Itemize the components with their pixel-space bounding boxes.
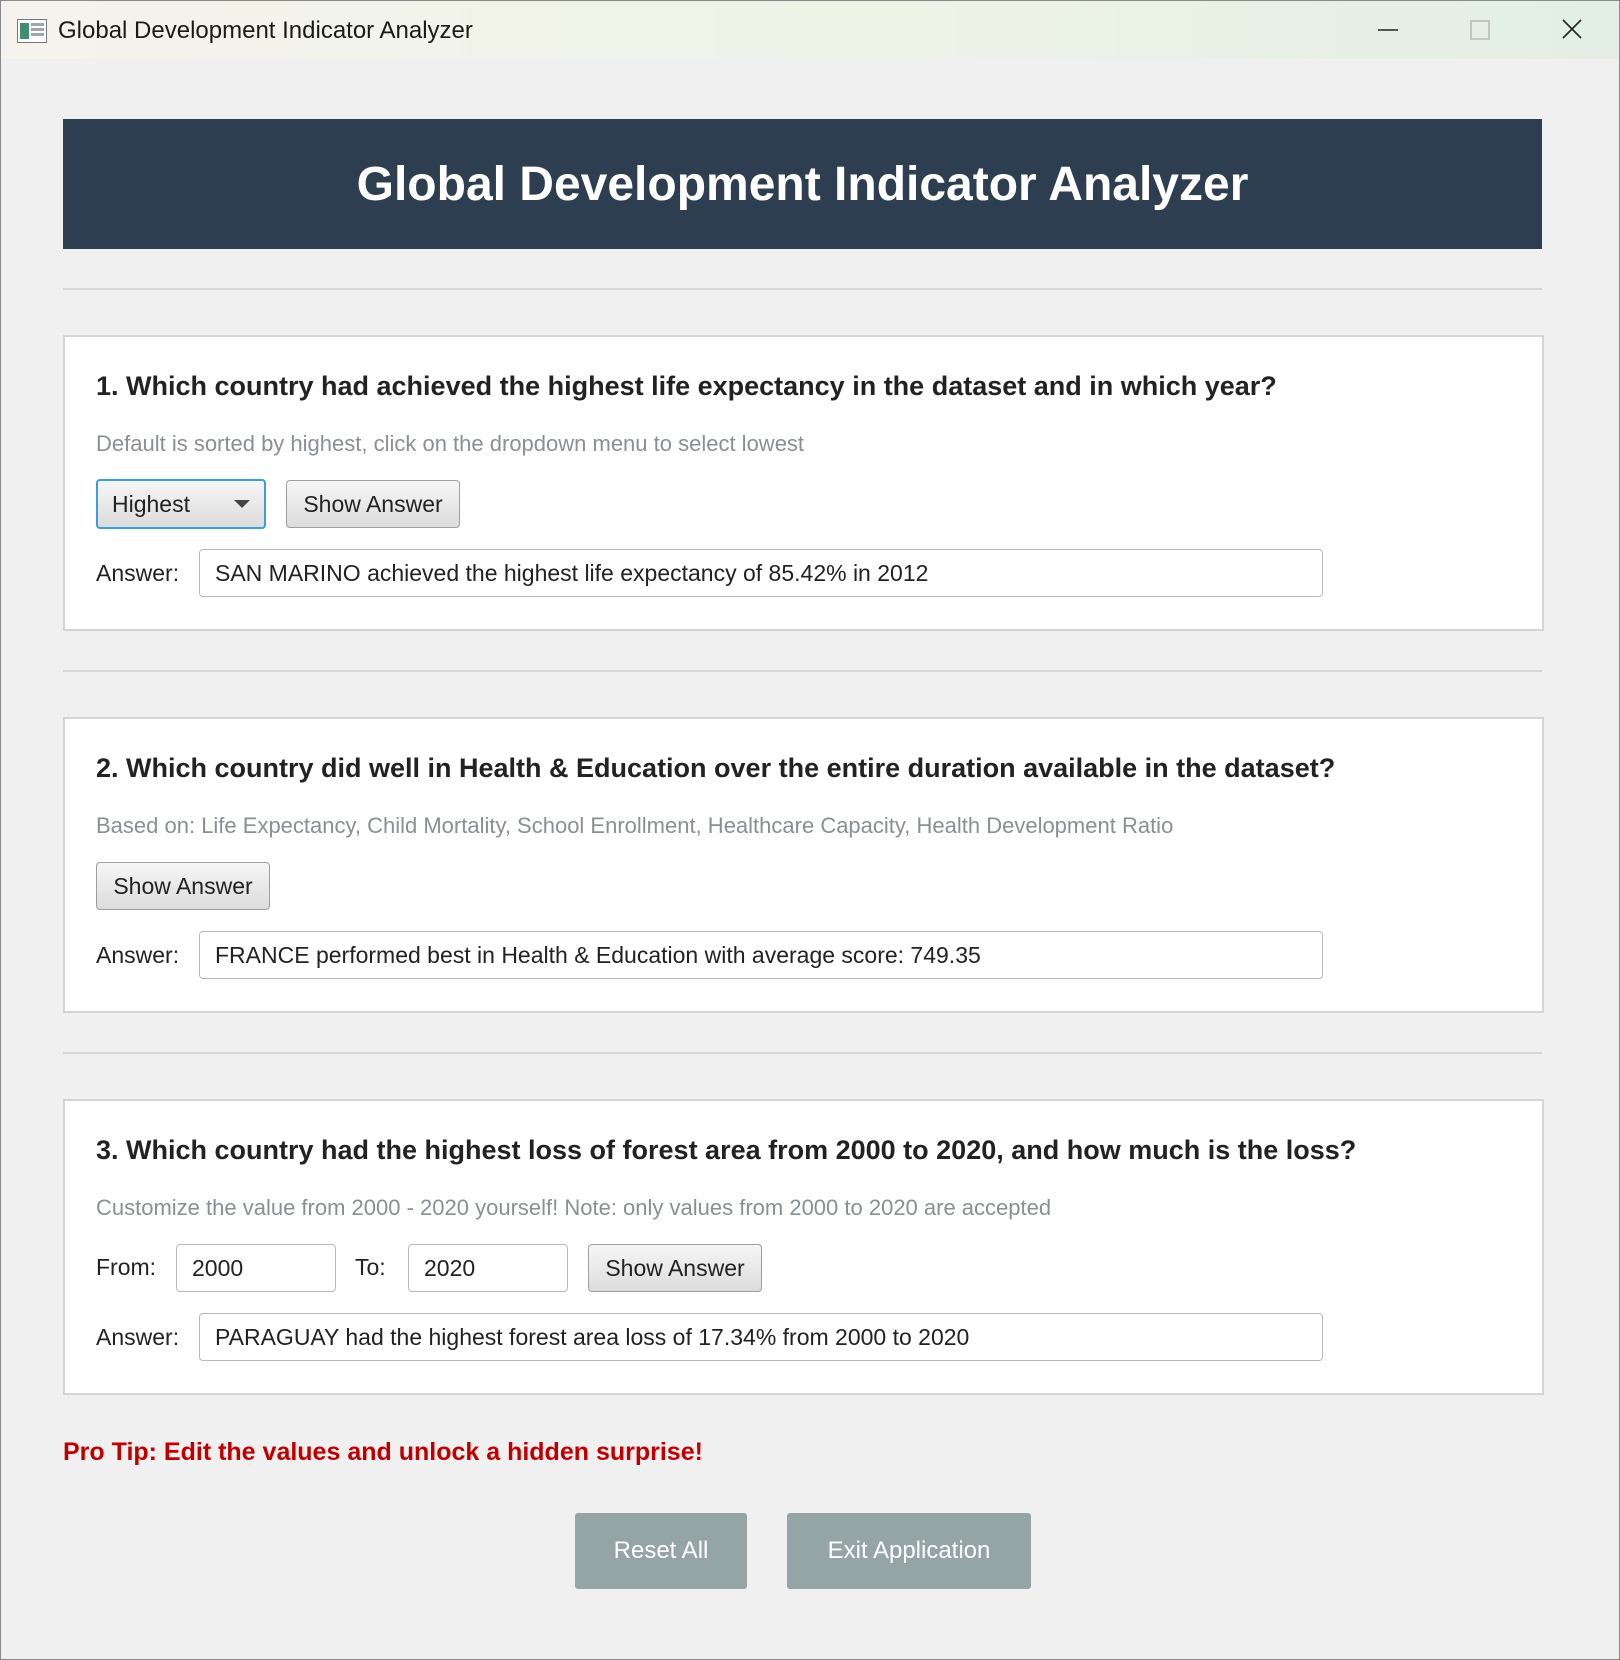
q3-answer-label: Answer: bbox=[96, 1324, 180, 1350]
title-bar[interactable]: Global Development Indicator Analyzer bbox=[1, 1, 1619, 59]
sort-order-value: Highest bbox=[112, 491, 190, 517]
q1-answer-field[interactable]: SAN MARINO achieved the highest life exp… bbox=[199, 549, 1323, 597]
question-1-title: 1. Which country had achieved the highes… bbox=[96, 371, 1277, 401]
divider bbox=[63, 288, 1542, 290]
reset-all-button[interactable]: Reset All bbox=[575, 1513, 747, 1589]
q3-answer-field[interactable]: PARAGUAY had the highest forest area los… bbox=[199, 1313, 1323, 1361]
maximize-button[interactable] bbox=[1435, 1, 1525, 59]
q2-answer-label: Answer: bbox=[96, 942, 180, 968]
question-3-description: Customize the value from 2000 - 2020 you… bbox=[96, 1195, 1052, 1220]
divider bbox=[63, 670, 1542, 672]
q2-answer-field[interactable]: FRANCE performed best in Health & Educat… bbox=[199, 931, 1323, 979]
from-year-label: From: bbox=[96, 1254, 157, 1280]
question-2-title: 2. Which country did well in Health & Ed… bbox=[96, 753, 1336, 783]
window-title: Global Development Indicator Analyzer bbox=[58, 17, 473, 44]
app-window-icon bbox=[17, 19, 47, 43]
exit-application-button[interactable]: Exit Application bbox=[787, 1513, 1031, 1589]
q1-answer-label: Answer: bbox=[96, 560, 180, 586]
q3-show-answer-button[interactable]: Show Answer bbox=[588, 1244, 762, 1292]
pro-tip-text: Pro Tip: Edit the values and unlock a hi… bbox=[63, 1438, 703, 1466]
question-1-description: Default is sorted by highest, click on t… bbox=[96, 431, 805, 456]
divider bbox=[63, 1052, 1542, 1054]
q1-show-answer-button[interactable]: Show Answer bbox=[286, 480, 460, 528]
app-window: Global Development Indicator Analyzer Gl… bbox=[0, 0, 1620, 1660]
maximize-icon bbox=[1470, 20, 1490, 40]
question-3-title: 3. Which country had the highest loss of… bbox=[96, 1135, 1357, 1165]
header-banner: Global Development Indicator Analyzer bbox=[63, 119, 1542, 249]
chevron-down-icon bbox=[234, 500, 250, 508]
close-button[interactable] bbox=[1527, 1, 1617, 59]
close-icon bbox=[1562, 19, 1582, 39]
minimize-button[interactable] bbox=[1343, 1, 1433, 59]
page-title: Global Development Indicator Analyzer bbox=[356, 157, 1249, 211]
question-1-card: 1. Which country had achieved the highes… bbox=[63, 335, 1544, 631]
question-3-card: 3. Which country had the highest loss of… bbox=[63, 1099, 1544, 1395]
minimize-icon bbox=[1378, 29, 1398, 31]
q2-show-answer-button[interactable]: Show Answer bbox=[96, 862, 270, 910]
to-year-input[interactable]: 2020 bbox=[408, 1244, 568, 1292]
from-year-input[interactable]: 2000 bbox=[176, 1244, 336, 1292]
question-2-description: Based on: Life Expectancy, Child Mortali… bbox=[96, 813, 1174, 838]
question-2-card: 2. Which country did well in Health & Ed… bbox=[63, 717, 1544, 1013]
sort-order-dropdown[interactable]: Highest bbox=[96, 479, 266, 529]
to-year-label: To: bbox=[355, 1254, 386, 1280]
